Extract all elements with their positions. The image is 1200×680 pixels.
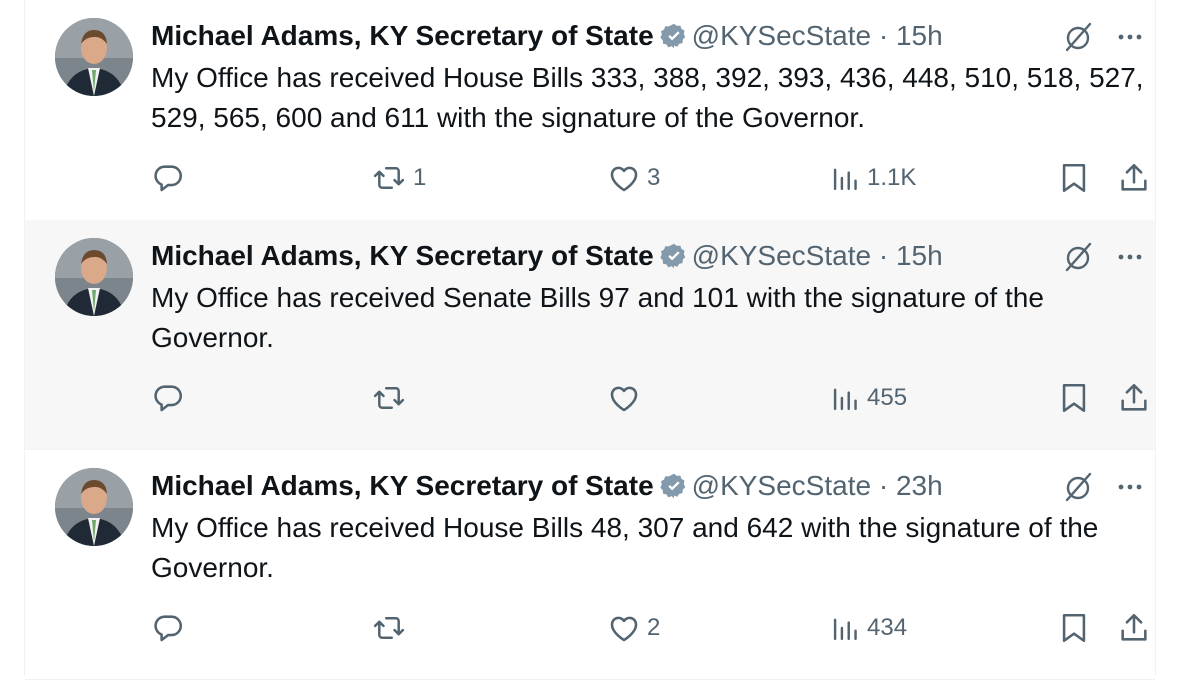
bookmark-icon	[1057, 611, 1091, 645]
bookmark-icon	[1057, 161, 1091, 195]
tweet[interactable]: Michael Adams, KY Secretary of State @KYS…	[25, 0, 1155, 230]
retweet-icon	[371, 381, 407, 415]
like-button[interactable]: 2	[607, 608, 660, 648]
bookmark-button[interactable]	[1057, 158, 1091, 198]
tweet-text: My Office has received House Bills 48, 3…	[151, 512, 1099, 583]
timestamp[interactable]: 15h	[896, 20, 943, 51]
avatar[interactable]	[55, 18, 133, 96]
tweet-text: My Office has received Senate Bills 97 a…	[151, 282, 1044, 353]
share-icon	[1117, 161, 1151, 195]
views-icon	[831, 611, 861, 645]
tweet-actions: 455	[151, 378, 1151, 418]
reply-button[interactable]	[151, 158, 191, 198]
display-name[interactable]: Michael Adams, KY Secretary of State	[151, 20, 654, 51]
heart-icon	[607, 161, 641, 195]
views-icon	[831, 161, 861, 195]
verified-badge-icon	[660, 21, 688, 61]
reply-icon	[151, 381, 185, 415]
separator-dot: ·	[878, 20, 889, 51]
bookmark-button[interactable]	[1057, 608, 1091, 648]
handle[interactable]: @KYSecState	[692, 470, 871, 501]
reply-icon	[151, 611, 185, 645]
timestamp[interactable]: 15h	[896, 240, 943, 271]
tweet[interactable]: Michael Adams, KY Secretary of State @KYS…	[25, 220, 1155, 450]
bookmark-icon	[1057, 381, 1091, 415]
tweet[interactable]: Michael Adams, KY Secretary of State @KYS…	[25, 450, 1155, 680]
like-count: 3	[647, 164, 661, 191]
verified-badge-icon	[660, 471, 688, 511]
retweet-button[interactable]: 1	[371, 158, 426, 198]
handle[interactable]: @KYSecState	[692, 20, 871, 51]
tweet-header: Michael Adams, KY Secretary of State @KYS…	[151, 236, 943, 276]
bookmark-button[interactable]	[1057, 378, 1091, 418]
views-button[interactable]: 1.1K	[831, 158, 916, 198]
share-icon	[1117, 381, 1151, 415]
retweet-icon	[371, 611, 407, 645]
reply-button[interactable]	[151, 378, 191, 418]
display-name[interactable]: Michael Adams, KY Secretary of State	[151, 240, 654, 271]
grok-icon[interactable]	[1061, 240, 1095, 274]
like-count: 2	[647, 614, 661, 641]
more-icon[interactable]	[1113, 20, 1147, 54]
tweet-actions: 2 434	[151, 608, 1151, 648]
share-button[interactable]	[1117, 608, 1151, 648]
views-count: 1.1K	[867, 164, 917, 191]
share-button[interactable]	[1117, 158, 1151, 198]
heart-icon	[607, 381, 641, 415]
share-icon	[1117, 611, 1151, 645]
heart-icon	[607, 611, 641, 645]
avatar[interactable]	[55, 238, 133, 316]
display-name[interactable]: Michael Adams, KY Secretary of State	[151, 470, 654, 501]
views-button[interactable]: 434	[831, 608, 907, 648]
more-icon[interactable]	[1113, 240, 1147, 274]
timeline-feed: Michael Adams, KY Secretary of State @KYS…	[24, 0, 1156, 680]
tweet-actions: 1 3 1.1K	[151, 158, 1151, 198]
views-button[interactable]: 455	[831, 378, 907, 418]
like-button[interactable]: 3	[607, 158, 660, 198]
separator-dot: ·	[878, 470, 889, 501]
views-count: 455	[867, 384, 908, 411]
tweet-header: Michael Adams, KY Secretary of State @KYS…	[151, 16, 943, 56]
grok-icon[interactable]	[1061, 470, 1095, 504]
retweet-count: 1	[413, 164, 427, 191]
reply-icon	[151, 161, 185, 195]
handle[interactable]: @KYSecState	[692, 240, 871, 271]
views-count: 434	[867, 614, 908, 641]
tweet-text: My Office has received House Bills 333, …	[151, 62, 1144, 133]
like-button[interactable]	[607, 378, 647, 418]
share-button[interactable]	[1117, 378, 1151, 418]
verified-badge-icon	[660, 241, 688, 281]
more-icon[interactable]	[1113, 470, 1147, 504]
retweet-button[interactable]	[371, 608, 413, 648]
reply-button[interactable]	[151, 608, 191, 648]
tweet-header: Michael Adams, KY Secretary of State @KYS…	[151, 466, 943, 506]
timestamp[interactable]: 23h	[896, 470, 943, 501]
retweet-icon	[371, 161, 407, 195]
avatar[interactable]	[55, 468, 133, 546]
views-icon	[831, 381, 861, 415]
grok-icon[interactable]	[1061, 20, 1095, 54]
retweet-button[interactable]	[371, 378, 413, 418]
separator-dot: ·	[878, 240, 889, 271]
